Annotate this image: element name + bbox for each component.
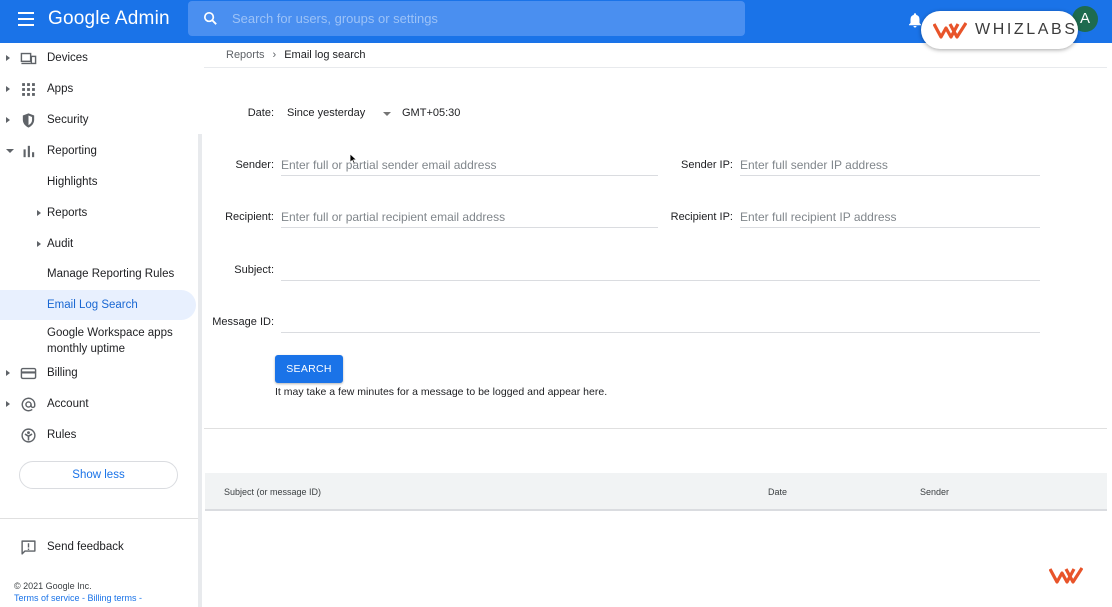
expand-caret-icon [6, 117, 10, 123]
sidebar-item-label: Highlights [47, 176, 98, 188]
sidebar-item-label: Account [47, 398, 89, 410]
sidebar-item-label: Devices [47, 52, 88, 64]
sidebar-item-reports[interactable]: Reports [0, 198, 196, 228]
sidebar-item-account[interactable]: Account [0, 389, 196, 419]
timezone-label: GMT+05:30 [402, 107, 461, 119]
link-separator: - [136, 593, 143, 603]
sidebar-item-label: Apps [47, 83, 74, 95]
expand-caret-icon [37, 210, 41, 216]
bar-chart-icon [23, 145, 35, 157]
message-id-label: Message ID: [212, 316, 274, 328]
global-search-box[interactable] [188, 1, 745, 36]
terms-of-service-link[interactable]: Terms of service [14, 593, 80, 603]
rules-icon [21, 427, 36, 443]
sender-field [281, 154, 658, 176]
results-divider [204, 428, 1107, 429]
global-search-input[interactable] [232, 1, 732, 36]
sidebar-item-rules[interactable]: Rules [0, 420, 196, 450]
apps-grid-icon [22, 82, 35, 96]
date-range-select[interactable]: Since yesterday [287, 107, 365, 119]
sidebar-item-label: Audit [47, 238, 74, 250]
sender-input[interactable] [281, 154, 658, 175]
sender-ip-label: Sender IP: [681, 159, 733, 171]
results-table-header: Subject (or message ID) Date Sender [205, 473, 1107, 511]
sidebar-item-label: Manage Reporting Rules [47, 268, 175, 280]
dropdown-arrow-icon[interactable] [383, 112, 391, 116]
devices-icon [20, 52, 37, 64]
credit-card-icon [20, 367, 37, 379]
sender-label: Sender: [235, 159, 274, 171]
breadcrumb-divider [204, 67, 1107, 68]
sidebar-divider [0, 518, 198, 519]
feedback-icon [21, 539, 36, 555]
whizlabs-overlay-logo: WHIZLABS [921, 11, 1078, 49]
recipient-input[interactable] [281, 206, 658, 227]
breadcrumb-reports-link[interactable]: Reports [226, 49, 265, 61]
expand-caret-icon [6, 370, 10, 376]
column-header-subject[interactable]: Subject (or message ID) [224, 487, 321, 497]
column-header-sender[interactable]: Sender [920, 487, 949, 497]
collapse-caret-icon [6, 149, 14, 153]
show-less-button[interactable]: Show less [19, 461, 178, 489]
whizlabs-corner-logo-icon [1049, 567, 1083, 584]
hamburger-menu-icon[interactable] [18, 12, 34, 26]
footer-links: Terms of service - Billing terms - [14, 593, 142, 603]
column-header-date[interactable]: Date [768, 487, 787, 497]
sidebar-item-audit[interactable]: Audit [0, 229, 196, 259]
breadcrumb: Reports › Email log search [226, 49, 366, 61]
sidebar-item-label: Security [47, 114, 89, 126]
sidebar-item-billing[interactable]: Billing [0, 358, 196, 388]
recipient-ip-input[interactable] [740, 206, 1040, 227]
sidebar-item-label: Reporting [47, 145, 97, 157]
link-separator: - [79, 593, 88, 603]
shield-icon [22, 112, 35, 128]
subject-label: Subject: [234, 264, 274, 276]
sender-ip-input[interactable] [740, 154, 1040, 175]
logging-delay-note: It may take a few minutes for a message … [275, 386, 608, 398]
subject-input[interactable] [281, 259, 1040, 280]
search-icon [203, 11, 217, 25]
send-feedback-link[interactable]: Send feedback [0, 532, 196, 562]
recipient-field [281, 206, 658, 228]
sidebar-item-label: Reports [47, 207, 88, 219]
breadcrumb-current: Email log search [284, 49, 366, 61]
expand-caret-icon [6, 55, 10, 61]
message-id-input[interactable] [281, 311, 1040, 332]
billing-terms-link[interactable]: Billing terms [88, 593, 137, 603]
date-label: Date: [247, 107, 274, 119]
sidebar-item-security[interactable]: Security [0, 105, 196, 135]
expand-caret-icon [6, 86, 10, 92]
recipient-label: Recipient: [225, 211, 274, 223]
recipient-ip-field [740, 206, 1040, 228]
breadcrumb-separator-icon: › [272, 49, 277, 61]
sidebar-item-reporting[interactable]: Reporting [0, 136, 196, 166]
recipient-ip-label: Recipient IP: [670, 211, 733, 223]
sidebar-item-devices[interactable]: Devices [0, 43, 196, 73]
sidebar-item-label: Billing [47, 367, 78, 379]
copyright-text: © 2021 Google Inc. [14, 581, 92, 591]
sidebar-item-label: Rules [47, 429, 77, 441]
app-title[interactable]: Google Admin [48, 8, 170, 30]
subject-field [281, 259, 1040, 281]
send-feedback-label: Send feedback [47, 541, 124, 553]
whizlabs-logo-mark-icon [933, 22, 967, 39]
sidebar-item-manage-reporting-rules[interactable]: Manage Reporting Rules [0, 259, 196, 289]
sidebar-item-apps[interactable]: Apps [0, 74, 196, 104]
whizlabs-wordmark: WHIZLABS [975, 21, 1078, 38]
search-button[interactable]: SEARCH [275, 355, 343, 383]
sidebar-scrollbar[interactable] [198, 134, 202, 607]
sidebar-nav: Devices Apps Security Reporting Highligh… [0, 43, 201, 607]
sidebar-item-label: Email Log Search [47, 299, 138, 311]
sidebar-item-workspace-uptime[interactable]: Google Workspace apps monthly uptime [0, 323, 196, 359]
sidebar-item-highlights[interactable]: Highlights [0, 167, 196, 197]
expand-caret-icon [37, 241, 41, 247]
at-sign-icon [21, 397, 36, 411]
expand-caret-icon [6, 401, 10, 407]
message-id-field [281, 311, 1040, 333]
sidebar-item-label: Google Workspace apps monthly uptime [47, 327, 173, 355]
sender-ip-field [740, 154, 1040, 176]
sidebar-item-email-log-search[interactable]: Email Log Search [0, 290, 196, 320]
